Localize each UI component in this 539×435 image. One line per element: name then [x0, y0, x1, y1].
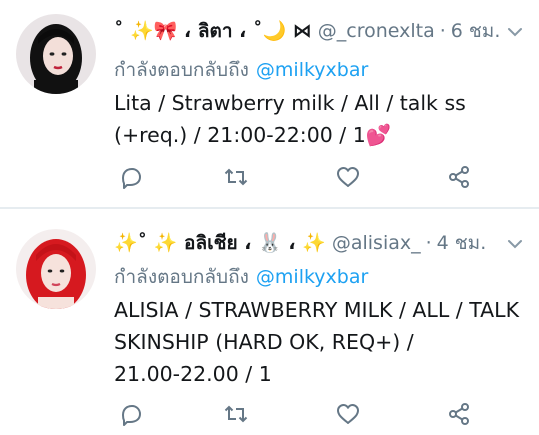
like-icon — [337, 404, 359, 424]
reply-icon — [122, 405, 141, 426]
like-button[interactable] — [332, 398, 364, 430]
username-handle[interactable]: @_cronexlta — [318, 20, 435, 42]
reply-button[interactable] — [114, 161, 146, 193]
timestamp[interactable]: 6 ชม. — [451, 16, 499, 46]
retweet-icon — [224, 405, 248, 423]
share-icon — [449, 166, 469, 188]
mention-link[interactable]: @milkyxbar — [256, 266, 368, 288]
retweet-icon — [224, 168, 248, 186]
tweet-header: ✨˚ ✨ อลิเชีย ، 🐰 ، ✨ @alisiax_ · 4 ชม. — [114, 226, 499, 260]
username-handle[interactable]: @alisiax_ — [332, 232, 421, 254]
display-name[interactable]: ˚ ✨🎀 ، ลิตา ، ˚🌙 ⋈ — [114, 16, 312, 46]
tweet-header: ˚ ✨🎀 ، ลิตา ، ˚🌙 ⋈ @_cronexlta · 6 ชม. — [114, 14, 499, 48]
chevron-down-icon[interactable] — [505, 234, 525, 254]
action-bar — [114, 161, 484, 193]
retweet-button[interactable] — [220, 398, 252, 430]
reply-prefix: กำลังตอบกลับถึง — [114, 266, 249, 288]
avatar[interactable] — [16, 14, 96, 94]
share-icon — [449, 403, 469, 425]
chevron-down-icon[interactable] — [505, 22, 525, 42]
display-name[interactable]: ✨˚ ✨ อลิเชีย ، 🐰 ، ✨ — [114, 228, 326, 258]
reply-context: กำลังตอบกลับถึง @milkyxbar — [114, 55, 523, 85]
tweet[interactable]: ˚ ✨🎀 ، ลิตา ، ˚🌙 ⋈ @_cronexlta · 6 ชม. ก… — [0, 0, 539, 207]
like-icon — [337, 167, 359, 187]
timestamp[interactable]: 4 ชม. — [437, 228, 487, 258]
share-button[interactable] — [443, 161, 475, 193]
mention-link[interactable]: @milkyxbar — [256, 59, 368, 81]
separator-dot: · — [439, 20, 446, 42]
tweet[interactable]: ✨˚ ✨ อลิเชีย ، 🐰 ، ✨ @alisiax_ · 4 ชม. ก… — [0, 209, 539, 435]
reply-prefix: กำลังตอบกลับถึง — [114, 59, 249, 81]
like-button[interactable] — [332, 161, 364, 193]
reply-icon — [122, 168, 141, 189]
tweet-text: Lita / Strawberry milk / All / talk ss (… — [114, 91, 466, 147]
tweet-text: ALISIA / STRAWBERRY MILK / ALL / TALK SK… — [114, 298, 520, 386]
reply-context: กำลังตอบกลับถึง @milkyxbar — [114, 262, 523, 292]
reply-button[interactable] — [114, 398, 146, 430]
share-button[interactable] — [443, 398, 475, 430]
avatar[interactable] — [16, 229, 96, 309]
retweet-button[interactable] — [220, 161, 252, 193]
separator-dot: · — [425, 232, 432, 254]
action-bar — [114, 398, 484, 430]
